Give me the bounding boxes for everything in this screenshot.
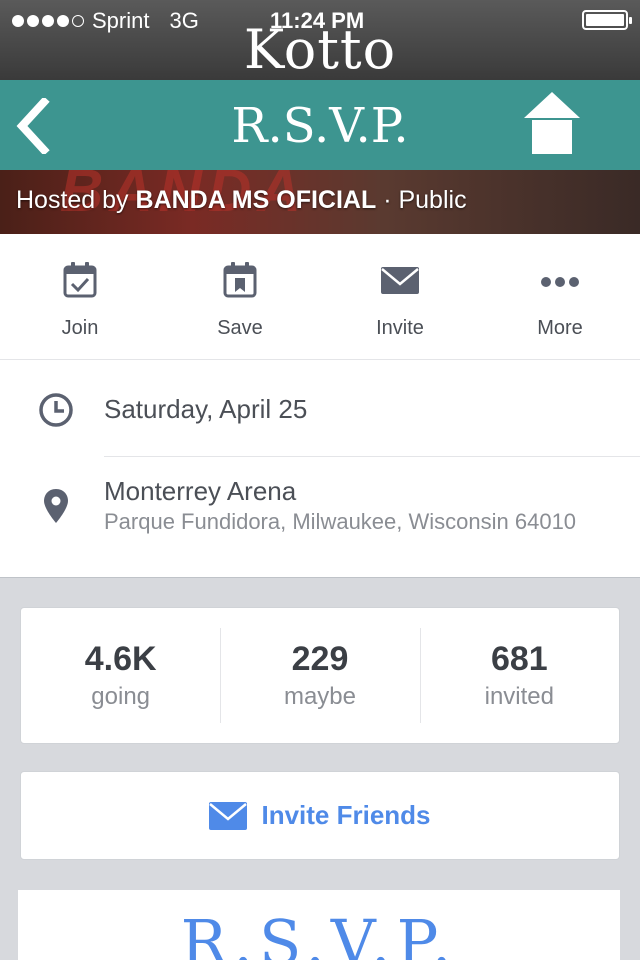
host-line: Hosted by BANDA MS OFICIAL · Public <box>16 186 467 215</box>
app-title: Kotto <box>243 18 397 81</box>
envelope-icon <box>209 801 248 830</box>
divider <box>104 456 640 457</box>
stat-label: maybe <box>283 683 357 710</box>
event-cover-banner: BANDA Hosted by BANDA MS OFICIAL · Publi… <box>0 170 640 234</box>
venue-name: Monterrey Arena <box>104 476 297 506</box>
event-visibility: · Public <box>383 186 467 214</box>
event-date: Saturday, April 25 <box>104 394 308 424</box>
more-label: More <box>537 317 583 339</box>
stat-value: 229 <box>291 640 349 678</box>
rsvp-card: R.S.V.P. <box>18 890 620 960</box>
stat-value: 4.6K <box>84 640 157 678</box>
save-label: Save <box>217 317 263 339</box>
stat-value: 681 <box>490 640 548 678</box>
stat-invited[interactable]: 681 invited <box>419 608 619 743</box>
hosted-by-label: Hosted by <box>16 186 129 214</box>
stat-label: going <box>91 683 151 710</box>
calendar-bookmark-icon <box>223 262 257 298</box>
clock-icon <box>39 393 73 427</box>
event-actions-bar: Join Save Invite More <box>0 234 640 360</box>
rsvp-card-title: R.S.V.P. <box>180 906 458 960</box>
event-date-row[interactable]: Saturday, April 25 <box>0 360 640 456</box>
attendance-stats: 4.6K going 229 maybe 681 invited <box>20 607 620 744</box>
join-label: Join <box>61 317 99 339</box>
invite-label: Invite <box>376 317 424 339</box>
page-header: R.S.V.P. <box>0 80 640 170</box>
venue-address: Parque Fundidora, Milwaukee, Wisconsin 6… <box>104 509 577 534</box>
stat-going[interactable]: 4.6K going <box>21 608 220 743</box>
more-dots-icon <box>541 277 579 287</box>
location-pin-icon <box>44 489 68 523</box>
stat-label: invited <box>484 683 554 710</box>
host-name[interactable]: BANDA MS OFICIAL <box>136 186 377 214</box>
more-button[interactable]: More <box>480 234 640 359</box>
invite-friends-button[interactable]: Invite Friends <box>20 771 620 860</box>
invite-friends-label: Invite Friends <box>261 800 431 830</box>
home-icon[interactable] <box>523 90 581 156</box>
stat-maybe[interactable]: 229 maybe <box>220 608 419 743</box>
save-button[interactable]: Save <box>160 234 320 359</box>
join-button[interactable]: Join <box>0 234 160 359</box>
status-bar: Sprint 3G 11:24 PM Kotto <box>0 0 640 80</box>
envelope-icon <box>381 267 419 294</box>
event-details: Saturday, April 25 Monterrey Arena Parqu… <box>0 360 640 578</box>
calendar-check-icon <box>63 262 97 298</box>
invite-button[interactable]: Invite <box>320 234 480 359</box>
